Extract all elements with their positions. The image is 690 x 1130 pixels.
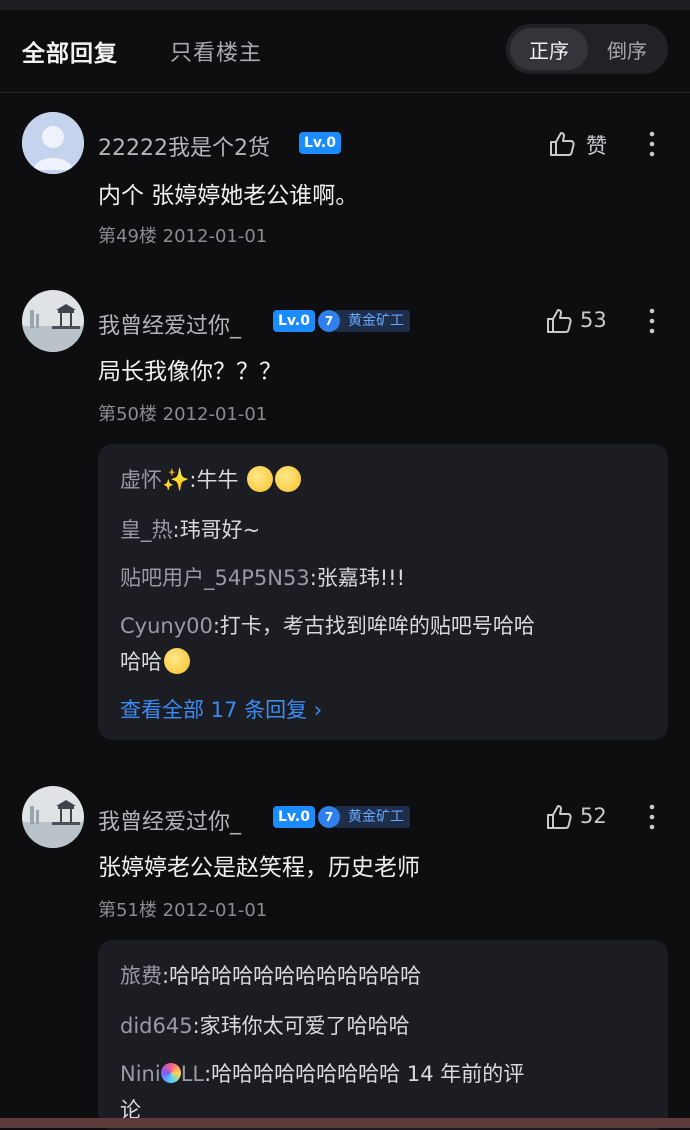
reply-author[interactable]: 贴吧用户_54P5N53 (120, 566, 310, 590)
post-floor-49: 22222我是个2货 Lv.0 赞 内个 张婷婷她老公谁啊。 第49楼 2012… (0, 100, 690, 270)
reply-filter-header: 全部回复 只看楼主 正序 倒序 (0, 10, 690, 90)
reply-text: :张嘉玮!!! (309, 566, 406, 590)
more-options-icon[interactable] (648, 130, 656, 158)
reply-item[interactable]: Cyuny00:打卡，考古找到哞哞的贴吧号哈哈 (120, 610, 535, 640)
tab-owner-only[interactable]: 只看楼主 (170, 35, 262, 67)
angry-emoji-icon (164, 648, 190, 674)
post-floor-51: 我曾经爱过你_ Lv.0 黄金矿工 7 52 张婷婷老公是赵笑程，历史老师 第5… (0, 778, 690, 1130)
reply-item-continued: 哈哈 (120, 646, 190, 676)
reply-author[interactable]: 旅费 (120, 964, 162, 988)
bottom-edge-strip (0, 1118, 690, 1128)
post-date: 2012-01-01 (162, 226, 268, 247)
post-date: 2012-01-01 (162, 404, 268, 425)
username[interactable]: 22222我是个2货 (98, 130, 270, 162)
more-options-icon[interactable] (648, 307, 656, 335)
like-count[interactable]: 53 (580, 308, 607, 332)
reply-author[interactable]: Cyuny00 (120, 614, 213, 638)
reply-text: :哈哈哈哈哈哈哈哈哈哈哈哈 (162, 964, 422, 988)
reply-text: :打卡，考古找到哞哞的贴吧号哈哈 (212, 614, 535, 638)
reply-text: :牛牛 (189, 468, 239, 492)
floor-number: 第49楼 (98, 226, 157, 247)
reply-author[interactable]: did645 (120, 1014, 193, 1038)
avatar[interactable] (22, 290, 84, 352)
floor-number: 第50楼 (98, 404, 157, 425)
status-bar-strip (0, 0, 690, 10)
post-meta: 第50楼 2012-01-01 (98, 400, 267, 426)
like-count[interactable]: 52 (580, 804, 607, 828)
post-meta: 第51楼 2012-01-01 (98, 896, 267, 922)
like-label[interactable]: 赞 (586, 130, 607, 160)
post-meta: 第49楼 2012-01-01 (98, 222, 267, 248)
reply-preview-box[interactable]: 旅费:哈哈哈哈哈哈哈哈哈哈哈哈 did645:家玮你太可爱了哈哈哈 Nini LL… (98, 940, 668, 1130)
thumbs-up-icon[interactable] (545, 307, 573, 335)
rank-badge-number: 7 (318, 310, 340, 332)
tab-all-replies[interactable]: 全部回复 (22, 34, 118, 68)
pavilion-photo-icon (22, 290, 84, 352)
pavilion-photo-icon (22, 786, 84, 848)
reply-author-suffix[interactable]: LL (181, 1062, 204, 1086)
avatar[interactable] (22, 786, 84, 848)
default-avatar-icon (22, 112, 84, 174)
post-content: 局长我像你？？？ (98, 359, 282, 385)
sort-ascending-button[interactable]: 正序 (510, 28, 588, 70)
floor-number: 第51楼 (98, 900, 157, 921)
level-badge: Lv.0 (273, 310, 315, 332)
view-all-replies-link[interactable]: 查看全部 17 条回复 › (120, 694, 322, 724)
reply-author[interactable]: Nini (120, 1062, 161, 1086)
post-content: 内个 张婷婷她老公谁啊。 (98, 183, 359, 209)
thumbs-up-icon[interactable] (545, 803, 573, 831)
reply-author[interactable]: 皇_热 (120, 518, 173, 542)
sort-toggle: 正序 倒序 (506, 24, 668, 74)
rank-badge-title: 黄金矿工 (334, 310, 410, 332)
reply-item[interactable]: Nini LL:哈哈哈哈哈哈哈哈哈 14 年前的评 (120, 1058, 524, 1088)
more-options-icon[interactable] (648, 803, 656, 831)
rank-badge-number: 7 (318, 806, 340, 828)
level-badge: Lv.0 (299, 132, 341, 154)
level-badge: Lv.0 (273, 806, 315, 828)
reply-author[interactable]: 虚怀 (120, 468, 162, 492)
hug-emoji-icon (247, 466, 274, 492)
smug-emoji-icon (275, 466, 302, 492)
thumbs-up-icon[interactable] (548, 130, 576, 158)
reply-text: :玮哥好~ (172, 518, 261, 542)
sparkles-emoji-icon: ✨ (162, 468, 190, 493)
username[interactable]: 我曾经爱过你_ (98, 308, 241, 340)
header-divider (0, 92, 690, 93)
reply-text: :哈哈哈哈哈哈哈哈哈 14 年前的评 (204, 1062, 525, 1086)
lollipop-emoji-icon (160, 1063, 181, 1083)
reply-text: :家玮你太可爱了哈哈哈 (192, 1014, 410, 1038)
post-floor-50: 我曾经爱过你_ Lv.0 黄金矿工 7 53 局长我像你？？？ 第50楼 201… (0, 280, 690, 760)
avatar[interactable] (22, 112, 84, 174)
reply-item[interactable]: 旅费:哈哈哈哈哈哈哈哈哈哈哈哈 (120, 960, 421, 990)
reply-item[interactable]: 皇_热:玮哥好~ (120, 514, 260, 544)
reply-preview-box[interactable]: 虚怀✨:牛牛 皇_热:玮哥好~ 贴吧用户_54P5N53:张嘉玮!!! Cyun… (98, 444, 668, 740)
reply-item[interactable]: did645:家玮你太可爱了哈哈哈 (120, 1010, 410, 1040)
post-date: 2012-01-01 (162, 900, 268, 921)
reply-text: 哈哈 (120, 650, 162, 674)
post-content: 张婷婷老公是赵笑程，历史老师 (98, 855, 420, 881)
sort-descending-button[interactable]: 倒序 (590, 28, 664, 70)
rank-badge-title: 黄金矿工 (334, 806, 410, 828)
username[interactable]: 我曾经爱过你_ (98, 804, 241, 836)
reply-item[interactable]: 贴吧用户_54P5N53:张嘉玮!!! (120, 562, 405, 592)
reply-item[interactable]: 虚怀✨:牛牛 (120, 464, 302, 494)
